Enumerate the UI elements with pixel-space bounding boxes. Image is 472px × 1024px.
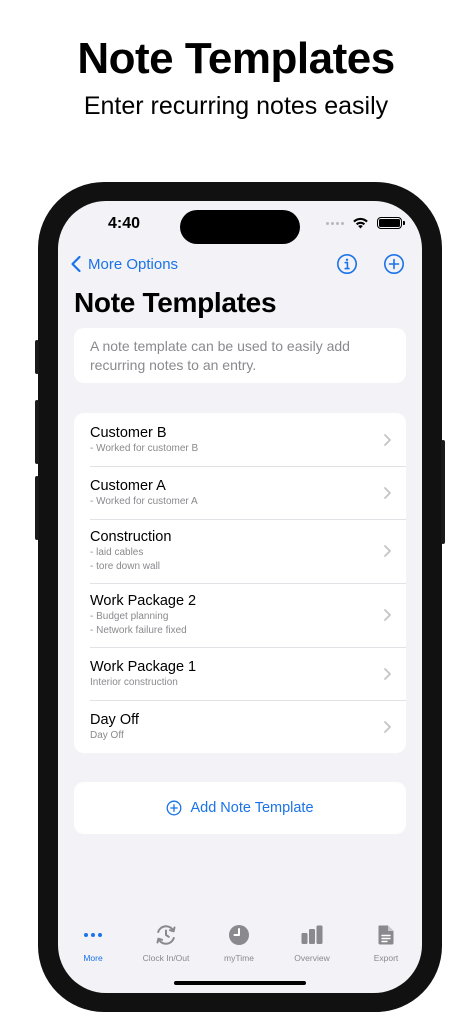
status-icons	[326, 217, 405, 229]
promo-title: Note Templates	[77, 34, 395, 83]
clock-filled-icon	[229, 925, 249, 945]
action-button	[35, 340, 39, 374]
template-note-line: - tore down wall	[90, 561, 161, 572]
tab-clock-in-out[interactable]: Clock In/Out	[131, 923, 201, 963]
template-note-line: Day Off	[90, 729, 124, 741]
template-title: Day Off	[90, 711, 139, 728]
bar-chart-icon	[301, 925, 323, 944]
add-note-template-button[interactable]: Add Note Template	[74, 782, 406, 834]
template-note-line: - Network failure fixed	[90, 625, 187, 636]
tab-mytime[interactable]: myTime	[204, 923, 274, 963]
template-note-line: - Budget planning	[90, 611, 169, 622]
app-screen: 4:40 More Options Note Templates A note …	[58, 201, 422, 993]
back-button-label: More Options	[88, 255, 179, 273]
template-note-line: - Worked for customer B	[90, 442, 199, 454]
template-row-construction[interactable]: Construction - laid cables - tore down w…	[74, 519, 406, 583]
plus-circle-icon	[167, 800, 182, 816]
back-button[interactable]: More Options	[66, 253, 178, 275]
battery-icon	[377, 217, 405, 229]
description-text: A note template can be used to easily ad…	[90, 338, 350, 373]
tab-label: myTime	[224, 953, 254, 963]
chevron-right-icon	[384, 486, 391, 499]
tab-label: Clock In/Out	[142, 953, 190, 963]
template-row-day-off[interactable]: Day Off Day Off	[74, 700, 406, 753]
chevron-right-icon	[384, 609, 391, 621]
chevron-right-icon	[384, 545, 391, 557]
template-note-line: - Worked for customer A	[90, 495, 198, 507]
document-icon	[378, 925, 394, 945]
template-row-work-package-2[interactable]: Work Package 2 - Budget planning - Netwo…	[74, 583, 406, 647]
chevron-right-icon	[384, 720, 391, 733]
plus-circle-icon[interactable]	[383, 253, 405, 275]
description-card: A note template can be used to easily ad…	[74, 328, 406, 383]
template-note-line: - laid cables	[90, 547, 144, 558]
template-title: Work Package 2	[90, 593, 197, 609]
volume-down-button	[35, 476, 39, 540]
chevron-right-icon	[384, 433, 391, 446]
chevron-right-icon	[384, 667, 391, 680]
tab-bar: More Clock In/Out myTime Overview Export	[58, 923, 422, 973]
template-note-line: Interior construction	[90, 676, 178, 688]
tab-export[interactable]: Export	[351, 923, 421, 963]
volume-up-button	[35, 400, 39, 464]
promo-subtitle: Enter recurring notes easily	[83, 92, 389, 120]
tab-label: More	[83, 953, 103, 963]
page-title: Note Templates	[74, 287, 277, 318]
template-list: Customer B - Worked for customer B Custo…	[74, 413, 406, 753]
template-title: Work Package 1	[90, 658, 197, 675]
status-time: 4:40	[108, 215, 141, 232]
template-title: Customer A	[90, 477, 166, 494]
add-note-template-label: Add Note Template	[190, 800, 314, 816]
template-row-customer-b[interactable]: Customer B - Worked for customer B	[74, 413, 406, 466]
template-title: Construction	[90, 529, 172, 545]
wifi-icon	[353, 217, 368, 229]
phone-frame: 4:40 More Options Note Templates A note …	[35, 182, 445, 1012]
dynamic-island	[180, 210, 300, 244]
tab-label: Overview	[294, 953, 330, 963]
signal-dots-icon	[326, 221, 344, 225]
tab-more[interactable]: More	[58, 923, 128, 963]
tab-label: Export	[373, 953, 399, 963]
power-button	[441, 440, 445, 544]
ellipsis-icon	[84, 933, 102, 937]
template-row-customer-a[interactable]: Customer A - Worked for customer A	[74, 466, 406, 519]
template-title: Customer B	[90, 424, 167, 441]
tab-overview[interactable]: Overview	[277, 923, 347, 963]
home-indicator	[174, 981, 306, 985]
chevron-left-icon	[71, 255, 81, 273]
info-circle-icon[interactable]	[336, 253, 358, 275]
template-row-work-package-1[interactable]: Work Package 1 Interior construction	[74, 647, 406, 700]
clock-arrows-icon	[156, 925, 176, 945]
